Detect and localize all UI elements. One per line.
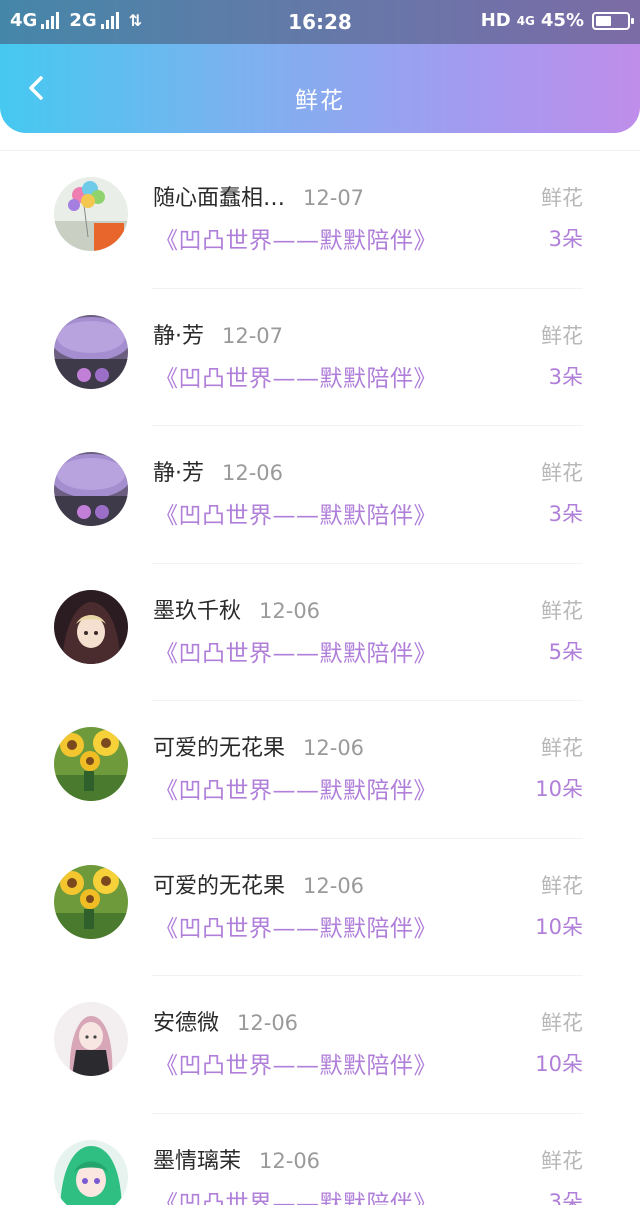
name-line: 随心面蠢相… 12-07 [153,180,364,212]
list-item[interactable]: 墨情璃茉 12-06 《凹凸世界——默默陪伴》 鲜花 3朵 [0,1114,640,1205]
sender-name[interactable]: 可爱的无花果 [153,868,285,900]
list-item[interactable]: 安德微 12-06 《凹凸世界——默默陪伴》 鲜花 10朵 [0,976,640,1114]
gift-count: 3朵 [548,502,583,526]
gift-count: 5朵 [548,639,583,664]
avatar[interactable] [54,452,128,526]
gift-date: 12-07 [303,186,365,210]
gift-list: 随心面蠢相… 12-07 《凹凸世界——默默陪伴》 鲜花 3朵 静·芳 12-0… [0,150,640,1205]
gift-date: 12-06 [222,461,284,485]
nav-bar: 鲜花 [0,44,640,133]
sender-name[interactable]: 墨玖千秋 [153,593,241,625]
gift-work-title[interactable]: 《凹凸世界——默默陪伴》 [155,1184,437,1205]
gift-work-title[interactable]: 《凹凸世界——默默陪伴》 [155,909,437,943]
sender-name[interactable]: 静·芳 [153,318,204,350]
gift-work-title[interactable]: 《凹凸世界——默默陪伴》 [155,221,437,255]
gift-count: 3朵 [548,227,583,251]
hd-label: HD [480,10,511,31]
gift-date: 12-06 [303,873,365,898]
gift-type: 鲜花 [541,736,583,760]
status-bar: 4G 2G ⇅ 16:28 HD 4G 45% [0,0,640,44]
list-item[interactable]: 静·芳 12-06 《凹凸世界——默默陪伴》 鲜花 3朵 [0,426,640,564]
volte-icon: 4G [516,13,535,28]
gift-work-title[interactable]: 《凹凸世界——默默陪伴》 [155,496,437,530]
gift-count: 10朵 [535,777,583,801]
avatar[interactable] [54,314,128,389]
battery-percent: 45% [540,10,584,31]
sender-name[interactable]: 可爱的无花果 [153,730,285,762]
avatar[interactable] [54,177,128,251]
gift-work-title[interactable]: 《凹凸世界——默默陪伴》 [155,771,437,805]
sender-name[interactable]: 墨情璃茉 [153,1143,241,1175]
gift-work-title[interactable]: 《凹凸世界——默默陪伴》 [155,359,437,393]
avatar[interactable] [54,864,128,939]
name-line: 安德微 12-06 [153,1005,298,1037]
gift-type: 鲜花 [541,1148,583,1173]
gift-count: 3朵 [548,364,583,389]
battery-icon [592,11,634,30]
gift-type: 鲜花 [541,598,583,623]
page-title: 鲜花 [295,88,345,114]
avatar[interactable] [54,589,128,664]
avatar[interactable] [54,1002,128,1076]
list-item[interactable]: 随心面蠢相… 12-07 《凹凸世界——默默陪伴》 鲜花 3朵 [0,151,640,289]
sender-name[interactable]: 随心面蠢相… [153,180,285,212]
gift-type: 鲜花 [541,323,583,348]
list-item[interactable]: 静·芳 12-07 《凹凸世界——默默陪伴》 鲜花 3朵 [0,289,640,426]
name-line: 静·芳 12-06 [153,455,283,487]
gift-date: 12-06 [237,1011,299,1035]
sender-name[interactable]: 静·芳 [153,455,204,487]
gift-type: 鲜花 [541,873,583,898]
list-item[interactable]: 可爱的无花果 12-06 《凹凸世界——默默陪伴》 鲜花 10朵 [0,839,640,976]
gift-type: 鲜花 [541,186,583,210]
gift-count: 3朵 [548,1189,583,1205]
name-line: 墨玖千秋 12-06 [153,593,320,625]
header: 4G 2G ⇅ 16:28 HD 4G 45% 鲜花 [0,0,640,133]
gift-type: 鲜花 [541,461,583,485]
gift-work-title[interactable]: 《凹凸世界——默默陪伴》 [155,1046,437,1080]
gift-type: 鲜花 [541,1011,583,1035]
avatar[interactable] [54,1139,128,1205]
name-line: 墨情璃茉 12-06 [153,1143,320,1175]
status-right: HD 4G 45% [480,10,634,31]
sender-name[interactable]: 安德微 [153,1005,219,1037]
gift-work-title[interactable]: 《凹凸世界——默默陪伴》 [155,634,437,668]
gift-count: 10朵 [535,914,583,939]
gift-date: 12-06 [259,1148,321,1173]
avatar[interactable] [54,727,128,801]
name-line: 可爱的无花果 12-06 [153,868,364,900]
name-line: 可爱的无花果 12-06 [153,730,364,762]
list-item[interactable]: 可爱的无花果 12-06 《凹凸世界——默默陪伴》 鲜花 10朵 [0,701,640,839]
name-line: 静·芳 12-07 [153,318,283,350]
gift-date: 12-07 [222,323,284,348]
gift-count: 10朵 [535,1052,583,1076]
gift-date: 12-06 [259,598,321,623]
gift-date: 12-06 [303,736,365,760]
list-item[interactable]: 墨玖千秋 12-06 《凹凸世界——默默陪伴》 鲜花 5朵 [0,564,640,701]
